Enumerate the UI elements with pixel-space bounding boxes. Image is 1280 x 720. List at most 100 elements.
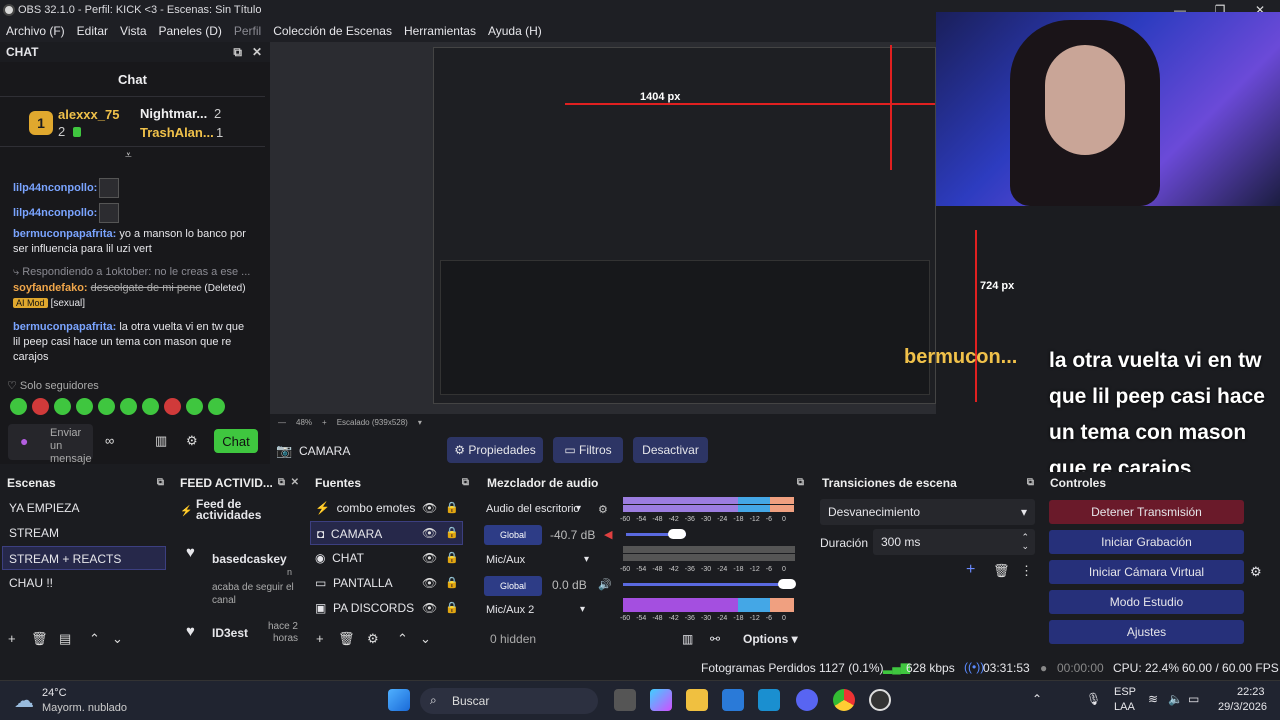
leader-name[interactable]: TrashAlan... — [140, 125, 214, 140]
task-view-icon[interactable] — [614, 689, 636, 711]
start-virtual-camera-button[interactable]: Iniciar Cámara Virtual — [1049, 560, 1244, 584]
source-item[interactable]: ▭ PANTALLA — [315, 576, 393, 590]
settings-button[interactable]: Ajustes — [1049, 620, 1244, 644]
speaker-icon[interactable]: 🔊 — [598, 578, 612, 591]
clock-date[interactable]: 29/3/2026 — [1218, 701, 1267, 713]
store-icon[interactable]: ▥ — [155, 433, 167, 449]
remove-source-icon[interactable]: 🗑 — [338, 631, 355, 647]
store-icon[interactable] — [722, 689, 744, 711]
dropdown-icon[interactable]: ▾ — [584, 554, 589, 565]
chrome-icon[interactable] — [833, 689, 855, 711]
undock-icon[interactable]: ⧉ — [233, 45, 242, 60]
start-icon[interactable] — [388, 689, 410, 711]
menu-help[interactable]: Ayuda (H) — [488, 24, 542, 38]
volume-slider-handle[interactable] — [778, 579, 796, 589]
source-item[interactable]: ◉ CHAT — [315, 551, 364, 565]
start-recording-button[interactable]: Iniciar Grabación — [1049, 530, 1244, 554]
visibility-icon[interactable]: 👁 — [422, 576, 437, 590]
undock-icon[interactable]: ⧉ — [278, 477, 285, 488]
virtual-camera-settings-icon[interactable]: ⚙ — [1250, 564, 1262, 580]
add-transition-icon[interactable]: + — [966, 561, 975, 579]
deactivate-button[interactable]: Desactivar — [633, 437, 708, 463]
properties-button[interactable]: ⚙ Propiedades — [447, 437, 543, 463]
add-source-icon[interactable]: + — [316, 631, 324, 646]
stop-streaming-button[interactable]: Detener Transmisión — [1049, 500, 1244, 524]
move-down-icon[interactable]: ⌄ — [112, 631, 123, 647]
lock-icon[interactable]: 🔒 — [445, 601, 459, 614]
source-item[interactable]: ⚡ combo emotes — [315, 501, 415, 515]
scene-filters-icon[interactable]: ▤ — [59, 631, 71, 647]
zoom-out-icon[interactable]: — — [278, 418, 286, 427]
undock-icon[interactable]: ⧉ — [157, 477, 164, 488]
scene-item[interactable]: STREAM — [9, 526, 59, 540]
transition-select[interactable]: Desvanecimiento ▾ — [820, 499, 1035, 525]
undock-icon[interactable]: ⧉ — [797, 477, 804, 488]
zoom-in-icon[interactable]: + — [322, 418, 327, 427]
undock-icon[interactable]: ⧉ — [1027, 477, 1034, 488]
mic-tray-icon[interactable]: 🎙 — [1086, 692, 1101, 706]
source-item[interactable]: ▣ PA DISCORDS — [315, 601, 414, 615]
gear-icon[interactable]: ⚙ — [186, 433, 198, 449]
undock-icon[interactable]: ⧉ — [462, 477, 469, 488]
clock-time[interactable]: 22:23 — [1237, 686, 1265, 698]
send-chat-button[interactable]: Chat — [214, 429, 258, 453]
dropdown-icon[interactable]: ▾ — [576, 503, 581, 514]
remove-transition-icon[interactable]: 🗑 — [993, 563, 1010, 579]
visibility-icon[interactable]: 👁 — [422, 526, 437, 540]
wifi-icon[interactable]: ≋ — [1148, 692, 1158, 706]
options-button[interactable]: Options ▾ — [743, 632, 798, 646]
scene-item[interactable]: YA EMPIEZA — [9, 501, 79, 515]
language-region[interactable]: LAA — [1114, 701, 1135, 713]
battery-icon[interactable]: ▭ — [1188, 692, 1199, 706]
volume-slider-handle[interactable] — [668, 529, 686, 539]
feed-user[interactable]: basedcaskey — [212, 552, 287, 566]
mic-icon[interactable]: ● — [20, 433, 28, 449]
file-explorer-icon[interactable] — [686, 689, 708, 711]
menu-profile[interactable]: Perfil — [234, 24, 261, 38]
filters-button[interactable]: ▭ Filtros — [553, 437, 623, 463]
menu-edit[interactable]: Editar — [77, 24, 108, 38]
weather-icon[interactable]: ☁ — [14, 688, 34, 713]
move-down-icon[interactable]: ⌄ — [420, 631, 431, 647]
scroll-down-icon[interactable]: ⩡ — [125, 148, 132, 163]
global-button[interactable]: Global — [484, 525, 542, 545]
copilot-icon[interactable] — [650, 689, 672, 711]
source-item-selected[interactable]: ◘ CAMARA — [310, 521, 463, 545]
search-box[interactable]: ⌕ Buscar — [420, 688, 598, 714]
visibility-icon[interactable]: 👁 — [422, 501, 437, 515]
global-button[interactable]: Global — [484, 576, 542, 596]
menu-file[interactable]: Archivo (F) — [6, 24, 65, 38]
more-options-icon[interactable]: ⋮ — [1020, 563, 1033, 579]
language-code[interactable]: ESP — [1114, 686, 1136, 698]
volume-icon[interactable]: 🔈 — [1168, 692, 1183, 706]
studio-mode-button[interactable]: Modo Estudio — [1049, 590, 1244, 614]
scaling-dropdown-icon[interactable]: ▾ — [418, 418, 422, 427]
visibility-icon[interactable]: 👁 — [422, 601, 437, 615]
lock-icon[interactable]: 🔒 — [445, 501, 459, 514]
infinity-icon[interactable]: ∞ — [105, 433, 114, 448]
menu-tools[interactable]: Herramientas — [404, 24, 476, 38]
move-up-icon[interactable]: ⌃ — [397, 631, 408, 647]
duration-input[interactable]: 300 ms ⌃ ⌄ — [873, 529, 1035, 555]
scene-item-selected[interactable]: STREAM + REACTS — [2, 546, 166, 570]
lock-icon[interactable]: 🔒 — [445, 576, 459, 589]
discord-icon[interactable] — [796, 689, 818, 711]
mute-icon[interactable]: ◀ — [604, 528, 612, 541]
menu-scene-collection[interactable]: Colección de Escenas — [273, 24, 392, 38]
close-dock-icon[interactable]: ✕ — [291, 477, 299, 488]
feed-user[interactable]: ID3est — [212, 626, 248, 640]
menu-docks[interactable]: Paneles (D) — [159, 24, 222, 38]
layout-icon[interactable]: ▥ — [682, 632, 693, 646]
remove-scene-icon[interactable]: 🗑 — [31, 631, 48, 647]
add-scene-icon[interactable]: + — [8, 631, 16, 646]
tray-expand-icon[interactable]: ⌃ — [1032, 692, 1042, 706]
visibility-icon[interactable]: 👁 — [422, 551, 437, 565]
obs-icon[interactable] — [869, 689, 891, 711]
leader-name[interactable]: alexxx_75 — [58, 107, 119, 122]
leader-name[interactable]: Nightmar... — [140, 106, 207, 121]
scene-item[interactable]: CHAU !! — [9, 576, 53, 590]
word-icon[interactable] — [758, 689, 780, 711]
lock-icon[interactable]: 🔒 — [445, 551, 459, 564]
lock-icon[interactable]: 🔒 — [445, 526, 459, 539]
emote-bar[interactable] — [10, 398, 225, 415]
